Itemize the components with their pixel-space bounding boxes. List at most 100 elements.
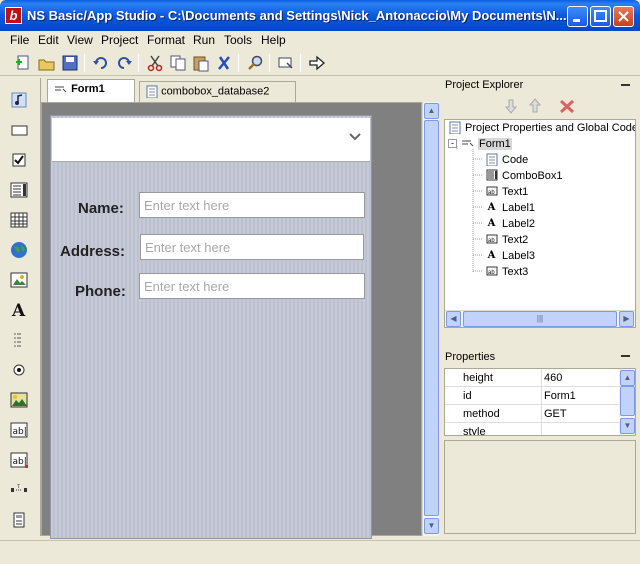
title-bar: b NS Basic/App Studio - C:\Documents and… — [0, 0, 640, 31]
move-down-icon[interactable] — [504, 98, 518, 114]
combobox1[interactable] — [52, 118, 370, 162]
palette-list[interactable] — [9, 330, 29, 350]
design-canvas: Name: Enter text here Address: Enter tex… — [41, 102, 422, 539]
palette-radiobutton[interactable] — [9, 360, 29, 380]
palette-separator[interactable]: T — [9, 480, 29, 500]
palette-grid[interactable] — [9, 210, 29, 230]
tab-combobox-database2-label: combobox_database2 — [161, 85, 270, 98]
text3-input[interactable]: Enter text here — [139, 273, 365, 299]
tab-form1[interactable]: Form1 — [47, 79, 162, 102]
save-icon — [62, 55, 78, 71]
palette-checkbox[interactable] — [9, 150, 29, 170]
editor-tabs: Form1 combobox_database2 — [41, 78, 439, 102]
menu-bar: File Edit View Project Format Run Tools … — [0, 31, 640, 50]
form-designer[interactable]: Name: Enter text here Address: Enter tex… — [50, 115, 372, 539]
label-address: Address: — [60, 243, 126, 260]
palette-image[interactable] — [9, 270, 29, 290]
menu-format[interactable]: Format — [147, 33, 185, 47]
scroll-up-button[interactable]: ▲ — [620, 370, 635, 386]
tab-form1-label: Form1 — [71, 83, 105, 95]
find-icon — [248, 55, 263, 70]
minimize-icon — [573, 19, 580, 22]
palette-audio[interactable] — [9, 90, 29, 110]
scroll-left-button[interactable]: ◀ — [446, 311, 461, 327]
cut-button[interactable] — [145, 53, 165, 73]
close-icon — [618, 11, 629, 22]
menu-view[interactable]: View — [67, 33, 93, 47]
maximize-icon — [594, 10, 607, 22]
palette-button[interactable] — [9, 120, 29, 140]
delete-button[interactable] — [214, 53, 234, 73]
run-icon — [309, 55, 325, 71]
code-file-icon — [146, 85, 158, 99]
menu-tools[interactable]: Tools — [224, 33, 252, 47]
editor-panel: Form1 combobox_database2 Name: Enter tex… — [40, 78, 439, 539]
maximize-button[interactable] — [590, 6, 611, 27]
tree-hscrollbar[interactable]: ◀ ||| ▶ — [445, 310, 635, 327]
minimize-panel-icon[interactable] — [621, 355, 630, 357]
properties-scrollbar[interactable]: ▲ ▼ — [619, 369, 635, 435]
hscroll-thumb[interactable]: ||| — [463, 311, 617, 327]
palette-textarea[interactable]: ab| — [9, 450, 29, 470]
delete-item-icon[interactable] — [559, 99, 575, 114]
toolbar — [0, 50, 640, 76]
prop-row-height[interactable]: height 460 — [445, 369, 621, 387]
copy-button[interactable] — [168, 53, 188, 73]
text2-input[interactable]: Enter text here — [140, 234, 364, 260]
menu-run[interactable]: Run — [193, 33, 215, 47]
list-icon — [14, 333, 21, 347]
project-explorer-title: Project Explorer — [445, 79, 524, 91]
label-icon: A — [11, 301, 26, 319]
prop-row-method[interactable]: method GET — [445, 405, 621, 423]
property-description — [444, 440, 636, 534]
palette-textbox[interactable]: ab| — [9, 420, 29, 440]
palette-combobox[interactable] — [9, 180, 29, 200]
scroll-right-button[interactable]: ▶ — [619, 311, 634, 327]
delete-icon — [218, 56, 230, 70]
minimize-button[interactable] — [567, 6, 588, 27]
move-up-icon[interactable] — [528, 98, 542, 114]
palette-html[interactable] — [9, 240, 29, 260]
redo-button[interactable] — [114, 53, 134, 73]
scroll-down-button[interactable]: ▼ — [424, 518, 439, 534]
undo-button[interactable] — [91, 53, 111, 73]
app-logo-icon: b — [5, 7, 22, 24]
scroll-thumb[interactable] — [620, 386, 635, 416]
text1-input[interactable]: Enter text here — [139, 192, 365, 218]
new-button[interactable] — [13, 53, 33, 73]
paste-button[interactable] — [191, 53, 211, 73]
paste-icon — [193, 56, 209, 72]
minimize-panel-icon[interactable] — [621, 84, 630, 86]
open-icon — [38, 59, 55, 71]
menu-edit[interactable]: Edit — [38, 33, 59, 47]
find-button[interactable] — [245, 53, 265, 73]
scroll-up-button[interactable]: ▲ — [424, 103, 439, 119]
save-button[interactable] — [60, 53, 80, 73]
scroll-down-button[interactable]: ▼ — [620, 418, 635, 434]
image-icon — [10, 272, 28, 288]
palette-picture[interactable] — [9, 390, 29, 410]
close-window-button[interactable] — [613, 6, 634, 27]
editor-scrollbar[interactable]: ▲ ▼ — [422, 102, 439, 536]
globe-icon — [11, 242, 27, 258]
properties-title: Properties — [445, 351, 496, 363]
audio-icon — [11, 92, 27, 108]
palette-label[interactable]: A — [9, 300, 29, 320]
separator-icon: T — [11, 484, 27, 492]
undo-icon — [93, 57, 107, 69]
window-title: NS Basic/App Studio - C:\Documents and S… — [27, 8, 567, 23]
deploy-button[interactable] — [276, 53, 296, 73]
properties-panel: Properties height 460 id Form1 method GE… — [442, 348, 640, 536]
palette-calculator[interactable] — [9, 510, 29, 530]
prop-row-style[interactable]: style — [445, 423, 621, 435]
prop-row-id[interactable]: id Form1 — [445, 387, 621, 405]
copy-icon — [170, 55, 186, 71]
run-button[interactable] — [307, 53, 327, 73]
redo-icon — [118, 57, 132, 69]
tab-combobox-database2[interactable]: combobox_database2 — [139, 81, 296, 102]
scroll-thumb[interactable] — [424, 120, 439, 516]
menu-help[interactable]: Help — [261, 33, 286, 47]
menu-project[interactable]: Project — [101, 33, 138, 47]
menu-file[interactable]: File — [10, 33, 29, 47]
open-button[interactable] — [37, 53, 57, 73]
